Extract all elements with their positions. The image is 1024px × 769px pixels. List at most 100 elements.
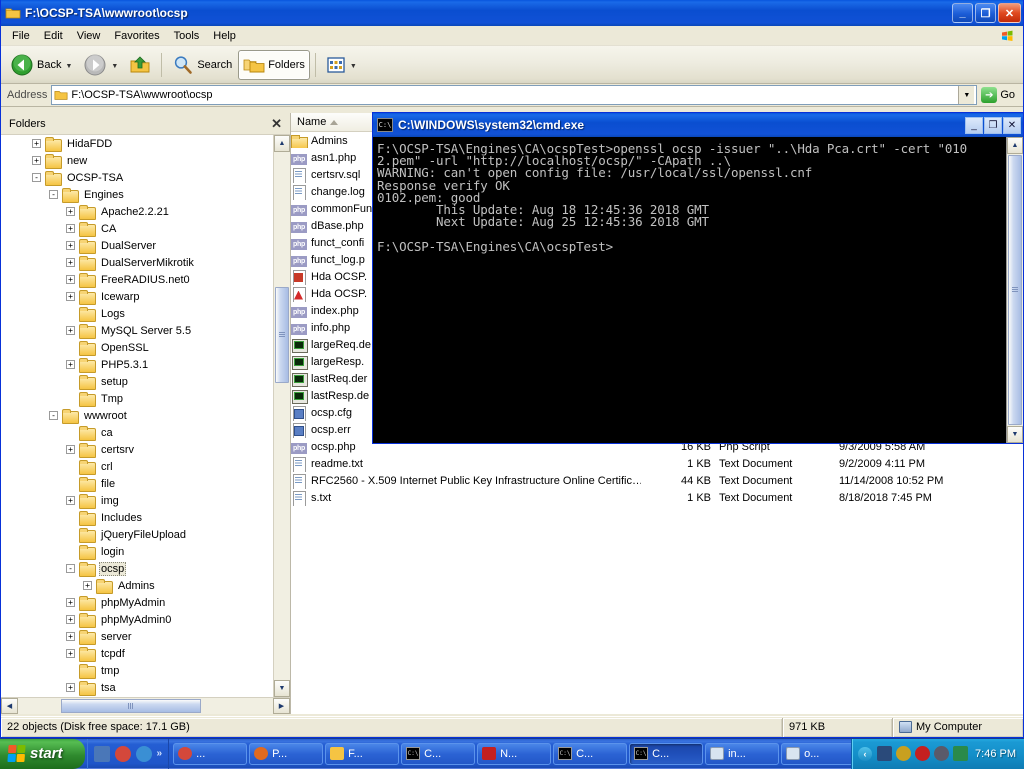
tree-item-admins[interactable]: +Admins (1, 577, 273, 594)
tree-item-php5-3-1[interactable]: +PHP5.3.1 (1, 356, 273, 373)
start-button[interactable]: start (0, 739, 85, 769)
tree-item-wwwroot[interactable]: -wwwroot (1, 407, 273, 424)
tree-item-freeradius-net0[interactable]: +FreeRADIUS.net0 (1, 271, 273, 288)
explorer-titlebar[interactable]: F:\OCSP-TSA\wwwroot\ocsp _ ❐ ✕ (1, 0, 1023, 26)
task-button[interactable]: C:\C... (553, 743, 627, 765)
menu-tools[interactable]: Tools (167, 28, 207, 44)
tree-item-apache2-2-21[interactable]: +Apache2.2.21 (1, 203, 273, 220)
forward-button[interactable]: ▼ (78, 50, 123, 80)
tree-item-phpmyadmin[interactable]: +phpMyAdmin (1, 594, 273, 611)
tree-item-tsa[interactable]: +tsa (1, 679, 273, 696)
task-button[interactable]: C:\C... (629, 743, 703, 765)
expand-icon[interactable]: + (66, 224, 75, 233)
cmd-titlebar[interactable]: C:\ C:\WINDOWS\system32\cmd.exe _ ❐ ✕ (373, 113, 1023, 137)
cmd-minimize-button[interactable]: _ (965, 117, 983, 134)
tree-item-ocsp-tsa[interactable]: -OCSP-TSA (1, 169, 273, 186)
tree-item-img[interactable]: +img (1, 492, 273, 509)
task-button[interactable]: ... (173, 743, 247, 765)
cmd-console-output[interactable]: F:\OCSP-TSA\Engines\CA\ocspTest>openssl … (373, 137, 1006, 443)
network-icon[interactable] (877, 746, 892, 761)
views-button[interactable]: ▼ (321, 50, 362, 80)
tree-item-logs[interactable]: Logs (1, 305, 273, 322)
tree-item-file[interactable]: file (1, 475, 273, 492)
tree-item-icewarp[interactable]: +Icewarp (1, 288, 273, 305)
expand-icon[interactable]: + (66, 632, 75, 641)
search-button[interactable]: Search (167, 50, 237, 80)
tree-scroll-down-button[interactable]: ▼ (274, 680, 290, 697)
close-button[interactable]: ✕ (998, 3, 1021, 23)
tree-item-ca[interactable]: ca (1, 424, 273, 441)
tree-item-includes[interactable]: Includes (1, 509, 273, 526)
task-button[interactable]: F... (325, 743, 399, 765)
file-row[interactable]: readme.txt1 KBText Document9/2/2009 4:11… (291, 455, 1023, 472)
security-icon[interactable] (915, 746, 930, 761)
tree-item-hidafdd[interactable]: +HidaFDD (1, 135, 273, 152)
folders-pane-close-icon[interactable]: ✕ (267, 116, 286, 132)
task-button[interactable]: in... (705, 743, 779, 765)
expand-icon[interactable]: + (66, 598, 75, 607)
expand-icon[interactable]: + (66, 649, 75, 658)
quick-launch-chevron-icon[interactable]: » (157, 748, 163, 759)
cmd-scroll-thumb[interactable] (1008, 155, 1022, 425)
tree-item-setup[interactable]: setup (1, 373, 273, 390)
clock[interactable]: 7:46 PM (975, 748, 1016, 760)
file-row[interactable]: s.txt1 KBText Document8/18/2018 7:45 PM (291, 489, 1023, 506)
collapse-icon[interactable]: - (49, 411, 58, 420)
menu-file[interactable]: File (5, 28, 37, 44)
forward-dropdown-icon[interactable]: ▼ (111, 63, 118, 70)
tree-item-dualservermikrotik[interactable]: +DualServerMikrotik (1, 254, 273, 271)
cmd-scroll-down-button[interactable]: ▼ (1007, 426, 1023, 443)
tree-item-engines[interactable]: -Engines (1, 186, 273, 203)
tree-item-certsrv[interactable]: +certsrv (1, 441, 273, 458)
tree-item-server[interactable]: +server (1, 628, 273, 645)
folders-button[interactable]: Folders (238, 50, 310, 80)
tree-scroll-thumb[interactable] (275, 287, 289, 383)
up-button[interactable] (124, 50, 156, 80)
tree-item-openssl[interactable]: OpenSSL (1, 339, 273, 356)
back-dropdown-icon[interactable]: ▼ (65, 63, 72, 70)
go-button[interactable]: ➔ Go (977, 85, 1021, 105)
expand-icon[interactable]: + (66, 292, 75, 301)
tree-scroll-up-button[interactable]: ▲ (274, 135, 290, 152)
tree-hscroll-thumb[interactable] (61, 699, 201, 713)
tree-horizontal-scrollbar[interactable]: ◀ ▶ (1, 697, 290, 714)
tree-item-tcpdf[interactable]: +tcpdf (1, 645, 273, 662)
collapse-icon[interactable]: - (49, 190, 58, 199)
collapse-icon[interactable]: - (32, 173, 41, 182)
tree-item-jqueryfileupload[interactable]: jQueryFileUpload (1, 526, 273, 543)
menu-favorites[interactable]: Favorites (107, 28, 166, 44)
task-button[interactable]: C:\C... (401, 743, 475, 765)
update-icon[interactable] (934, 746, 949, 761)
tree-item-tmp[interactable]: Tmp (1, 390, 273, 407)
expand-icon[interactable]: + (66, 207, 75, 216)
expand-icon[interactable]: + (66, 258, 75, 267)
views-dropdown-icon[interactable]: ▼ (350, 63, 357, 70)
expand-icon[interactable]: + (32, 156, 41, 165)
expand-icon[interactable]: + (66, 360, 75, 369)
expand-icon[interactable]: + (66, 615, 75, 624)
task-button[interactable]: o... (781, 743, 851, 765)
expand-icon[interactable]: + (66, 683, 75, 692)
expand-icon[interactable]: + (66, 496, 75, 505)
tree-item-new[interactable]: +new (1, 152, 273, 169)
address-input[interactable]: F:\OCSP-TSA\wwwroot\ocsp ▼ (51, 85, 977, 105)
menu-help[interactable]: Help (206, 28, 243, 44)
tree-item-dualserver[interactable]: +DualServer (1, 237, 273, 254)
task-button[interactable]: P... (249, 743, 323, 765)
tree-item-mysql-server-5-5[interactable]: +MySQL Server 5.5 (1, 322, 273, 339)
expand-icon[interactable]: + (66, 241, 75, 250)
address-dropdown-icon[interactable]: ▼ (958, 86, 974, 104)
tree-scroll-left-button[interactable]: ◀ (1, 698, 18, 714)
expand-icon[interactable]: + (66, 445, 75, 454)
tree-item-login[interactable]: login (1, 543, 273, 560)
cmd-scroll-up-button[interactable]: ▲ (1007, 137, 1023, 154)
menu-edit[interactable]: Edit (37, 28, 70, 44)
expand-icon[interactable]: + (32, 139, 41, 148)
chrome-icon[interactable] (115, 746, 131, 762)
tray-expand-icon[interactable]: ‹ (858, 747, 872, 761)
tree-vertical-scrollbar[interactable]: ▲ ▼ (273, 135, 290, 697)
tree-item-crl[interactable]: crl (1, 458, 273, 475)
tree-scroll-right-button[interactable]: ▶ (273, 698, 290, 714)
back-button[interactable]: Back ▼ (5, 50, 77, 80)
volume-icon[interactable] (896, 746, 911, 761)
